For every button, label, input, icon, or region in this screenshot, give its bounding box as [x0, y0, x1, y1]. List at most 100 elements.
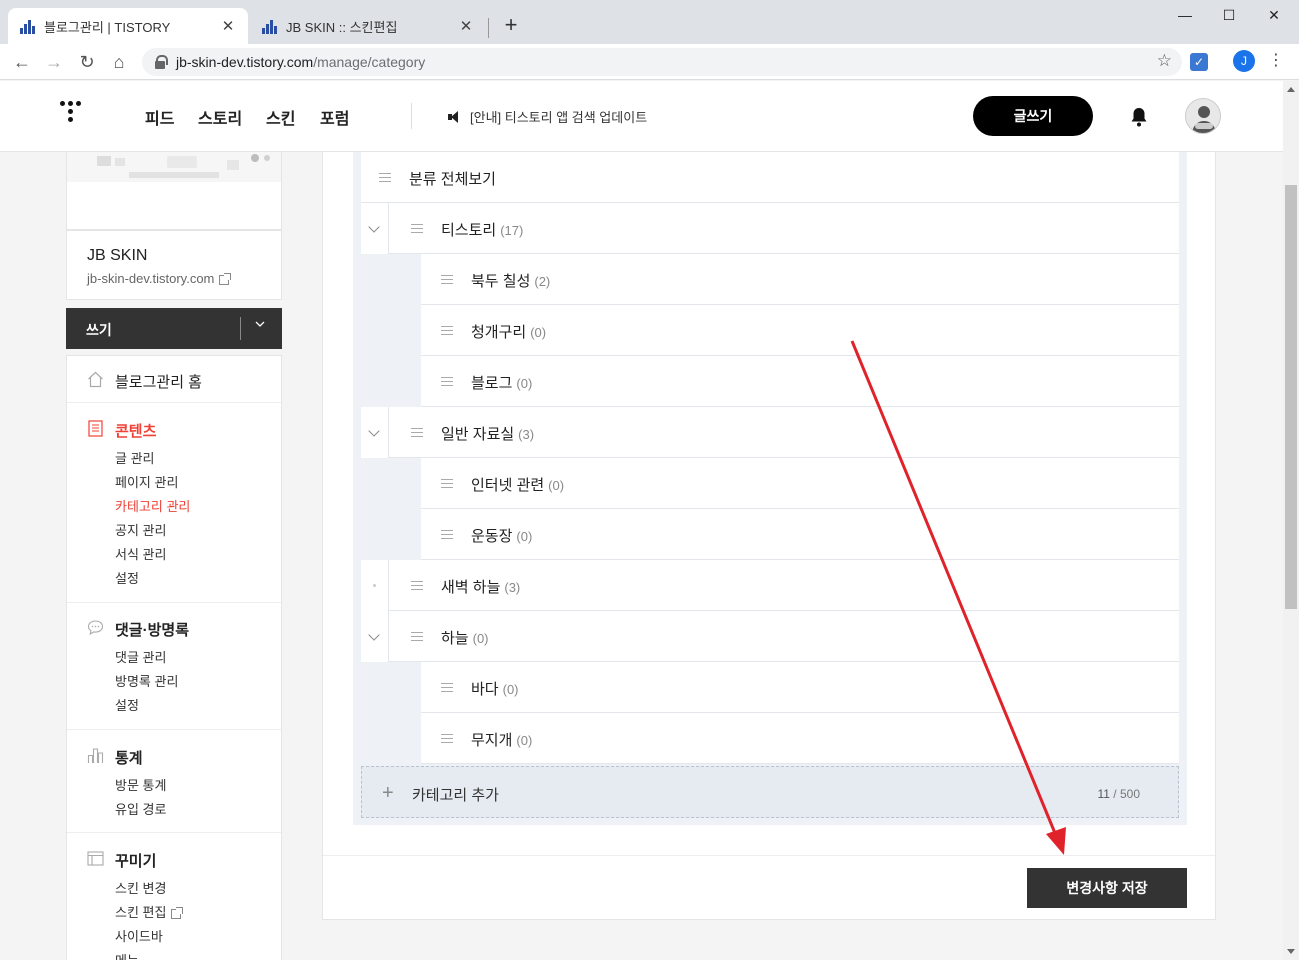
sidebar-item-home[interactable]: 블로그관리 홈	[67, 356, 281, 403]
sidebar-group-title[interactable]: 꾸미기	[115, 850, 156, 871]
category-row[interactable]: 하늘 (0)	[361, 611, 1179, 662]
tab-divider	[488, 18, 489, 38]
drag-handle-icon[interactable]	[411, 428, 423, 437]
tab-title: JB SKIN :: 스킨편집	[286, 19, 398, 35]
sidebar-item-notices[interactable]: 공지 관리	[115, 520, 166, 539]
nav-forum[interactable]: 포럼	[320, 105, 349, 129]
sidebar-item-posts[interactable]: 글 관리	[115, 448, 155, 467]
sidebar-item-categories[interactable]: 카테고리 관리	[115, 496, 190, 515]
drag-handle-icon[interactable]	[411, 581, 423, 590]
bell-icon[interactable]	[1130, 107, 1148, 127]
sidebar-item-skin-edit[interactable]: 스킨 편집	[115, 902, 184, 921]
write-label[interactable]: 쓰기	[86, 320, 112, 340]
drag-handle-icon[interactable]	[411, 632, 423, 641]
category-label: 티스토리	[441, 222, 497, 239]
forward-arrow-icon[interactable]: →	[42, 50, 66, 74]
extension-icon[interactable]: ✓	[1190, 53, 1208, 71]
drag-handle-icon[interactable]	[441, 530, 453, 539]
sidebar-item-sidebar[interactable]: 사이드바	[115, 926, 163, 945]
profile-avatar[interactable]: J	[1233, 50, 1255, 72]
subcategory-row[interactable]: 운동장 (0)	[421, 509, 1179, 560]
scroll-down-icon[interactable]	[1287, 949, 1295, 954]
address-bar[interactable]: jb-skin-dev.tistory.com/manage/category …	[142, 48, 1182, 76]
sidebar-item-guestbook[interactable]: 방명록 관리	[115, 671, 178, 690]
subcategory-row[interactable]: 바다 (0)	[421, 662, 1179, 713]
user-avatar[interactable]	[1185, 98, 1221, 134]
category-label: 바다	[471, 681, 499, 698]
sidebar-group-title[interactable]: 댓글·방명록	[115, 619, 189, 640]
nav-feed[interactable]: 피드	[145, 105, 174, 129]
drag-handle-icon[interactable]	[441, 377, 453, 386]
subcategory-row[interactable]: 무지개 (0)	[421, 713, 1179, 764]
minimize-button[interactable]: —	[1163, 4, 1207, 26]
category-row[interactable]: 일반 자료실 (3)	[361, 407, 1179, 458]
back-arrow-icon[interactable]: ←	[10, 50, 34, 74]
scroll-up-icon[interactable]	[1287, 87, 1295, 92]
browser-menu-icon[interactable]: ⋮	[1268, 50, 1284, 72]
category-count: (2)	[534, 274, 551, 289]
drag-handle-icon[interactable]	[441, 326, 453, 335]
category-label: 북두 칠성	[471, 273, 531, 290]
tab-close-icon[interactable]: ✕	[458, 17, 474, 35]
collapse-toggle[interactable]	[361, 407, 389, 458]
sidebar-item-pages[interactable]: 페이지 관리	[115, 472, 178, 491]
blog-name[interactable]: JB SKIN	[87, 247, 147, 265]
scrollbar-thumb[interactable]	[1285, 185, 1297, 609]
sidebar-item-comment-settings[interactable]: 설정	[115, 695, 139, 714]
page-scrollbar[interactable]	[1283, 81, 1299, 960]
save-changes-button[interactable]: 변경사항 저장	[1027, 868, 1187, 908]
browser-tab[interactable]: JB SKIN :: 스킨편집 ✕	[250, 8, 486, 44]
reload-icon[interactable]: ↻	[75, 50, 99, 74]
sidebar-group-title[interactable]: 콘텐츠	[115, 420, 156, 441]
category-row[interactable]: 새벽 하늘 (3)	[361, 560, 1179, 611]
notice-link[interactable]: [안내] 티스토리 앱 검색 업데이트	[448, 107, 647, 126]
document-icon	[88, 420, 103, 437]
maximize-button[interactable]: ☐	[1207, 4, 1251, 26]
category-count: (3)	[504, 580, 521, 595]
drag-handle-icon[interactable]	[441, 734, 453, 743]
subcategory-row[interactable]: 청개구리 (0)	[421, 305, 1179, 356]
sidebar-item-skin-change[interactable]: 스킨 변경	[115, 878, 166, 897]
sidebar-group-comments: 댓글·방명록 댓글 관리 방명록 관리 설정	[67, 603, 281, 730]
category-row-all[interactable]: 분류 전체보기	[361, 152, 1179, 203]
subcategory-row[interactable]: 북두 칠성 (2)	[421, 254, 1179, 305]
tab-close-icon[interactable]: ✕	[220, 17, 236, 35]
tistory-logo-icon[interactable]	[60, 101, 88, 129]
sidebar-item-content-settings[interactable]: 설정	[115, 568, 139, 587]
bookmark-star-icon[interactable]: ☆	[1157, 51, 1172, 71]
write-dropdown[interactable]: 쓰기	[66, 308, 282, 349]
blog-thumbnail[interactable]	[66, 152, 282, 230]
chevron-down-icon[interactable]	[254, 318, 266, 330]
blog-url-link[interactable]: jb-skin-dev.tistory.com	[87, 271, 232, 286]
category-tree: 분류 전체보기 티스토리 (17) 북두 칠성 (2) 청개구리 (0) 블로그 (0)	[353, 152, 1187, 825]
sidebar-item-comments[interactable]: 댓글 관리	[115, 647, 166, 666]
category-count: (0)	[502, 682, 519, 697]
collapse-toggle[interactable]	[361, 203, 389, 254]
drag-handle-icon[interactable]	[411, 224, 423, 233]
subcategory-row[interactable]: 인터넷 관련 (0)	[421, 458, 1179, 509]
category-name: 무지개 (0)	[471, 729, 532, 750]
sidebar-item-menu[interactable]: 메뉴	[115, 950, 139, 960]
drag-handle-icon[interactable]	[441, 683, 453, 692]
sidebar-group-title[interactable]: 통계	[115, 747, 143, 768]
drag-handle-icon[interactable]	[379, 173, 391, 182]
collapse-toggle[interactable]	[361, 611, 389, 662]
category-label: 인터넷 관련	[471, 477, 545, 494]
browser-tab-active[interactable]: 블로그관리 | TISTORY ✕	[8, 8, 248, 44]
new-tab-button[interactable]: +	[500, 12, 522, 38]
add-category-button[interactable]: + 카테고리 추가 11 / 500	[361, 766, 1179, 818]
category-label: 하늘	[441, 630, 469, 647]
sidebar-item-referrers[interactable]: 유입 경로	[115, 799, 166, 818]
sidebar-item-templates[interactable]: 서식 관리	[115, 544, 166, 563]
nav-skin[interactable]: 스킨	[266, 105, 295, 129]
category-row[interactable]: 티스토리 (17)	[361, 203, 1179, 254]
category-name: 새벽 하늘 (3)	[441, 576, 520, 597]
close-window-button[interactable]: ✕	[1252, 4, 1296, 26]
home-icon[interactable]: ⌂	[107, 50, 131, 74]
subcategory-row[interactable]: 블로그 (0)	[421, 356, 1179, 407]
write-post-button[interactable]: 글쓰기	[973, 96, 1093, 136]
nav-story[interactable]: 스토리	[198, 105, 242, 129]
sidebar-item-visits[interactable]: 방문 통계	[115, 775, 166, 794]
drag-handle-icon[interactable]	[441, 479, 453, 488]
drag-handle-icon[interactable]	[441, 275, 453, 284]
